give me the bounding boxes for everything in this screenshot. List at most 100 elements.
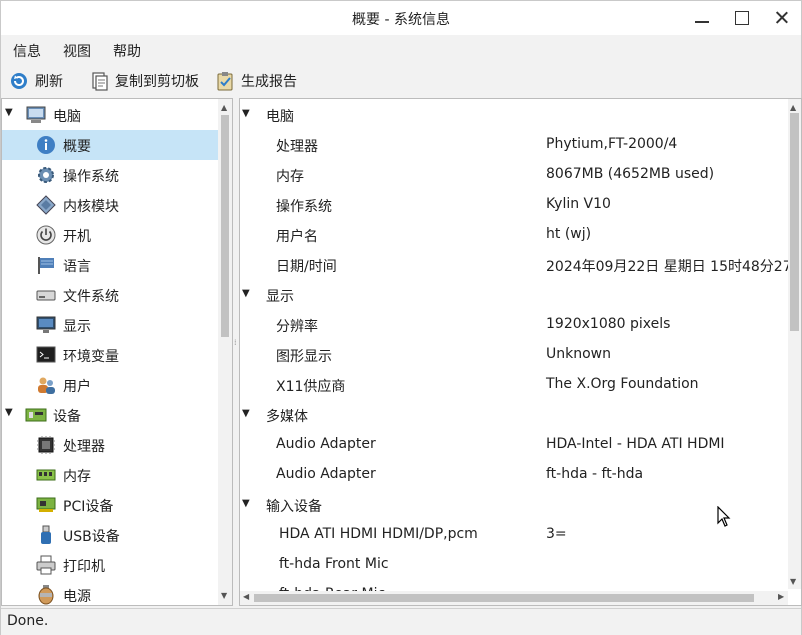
tree-item-14[interactable]: PCI设备 [2, 490, 218, 520]
menu-info[interactable]: 信息 [13, 41, 41, 61]
tree-item-label: 操作系统 [63, 169, 119, 185]
tree-item-label: 显示 [63, 319, 91, 335]
details-scroll-right-icon[interactable]: ▶ [778, 592, 784, 601]
tree-item-6[interactable]: 语言 [2, 250, 218, 280]
collapse-arrow-icon[interactable]: ▼ [242, 288, 250, 299]
tree-item-label: 电脑 [53, 109, 81, 125]
section-label: 多媒体 [266, 409, 308, 425]
details-scroll-up-icon[interactable]: ▲ [790, 103, 796, 112]
generate-report-button[interactable]: 生成报告 [215, 70, 297, 92]
detail-key: 分辨率 [276, 319, 318, 335]
users-icon [35, 374, 57, 396]
detail-row[interactable]: HDA ATI HDMI HDMI/DP,pcm 3= [240, 520, 788, 550]
tree-item-7[interactable]: 文件系统 [2, 280, 218, 310]
detail-row[interactable]: ft-hda Front Mic [240, 550, 788, 580]
detail-row[interactable]: X11供应商 The X.Org Foundation [240, 370, 788, 400]
menu-help[interactable]: 帮助 [113, 41, 141, 61]
tree-item-10[interactable]: 用户 [2, 370, 218, 400]
detail-section-header[interactable]: ▼ 多媒体 [240, 400, 788, 430]
tree-item-17[interactable]: 电源 [2, 580, 218, 610]
tree-item-1[interactable]: ▼ 电脑 [2, 100, 218, 130]
report-label: 生成报告 [241, 74, 297, 90]
collapse-arrow-icon[interactable]: ▼ [242, 108, 250, 119]
tree-item-3[interactable]: 操作系统 [2, 160, 218, 190]
tree-item-9[interactable]: 环境变量 [2, 340, 218, 370]
maximize-button[interactable] [731, 7, 753, 29]
detail-value: HDA-Intel - HDA ATI HDMI [546, 436, 725, 452]
detail-row[interactable]: 分辨率 1920x1080 pixels [240, 310, 788, 340]
tree-item-4[interactable]: 内核模块 [2, 190, 218, 220]
detail-row[interactable]: 日期/时间 2024年09月22日 星期日 15时48分27秒 [240, 250, 801, 280]
details-scroll-left-icon[interactable]: ◀ [243, 592, 249, 601]
collapse-arrow-icon[interactable]: ▼ [242, 408, 250, 419]
scroll-up-arrow-icon[interactable]: ▲ [221, 103, 227, 112]
detail-row[interactable]: 图形显示 Unknown [240, 340, 788, 370]
section-label: 显示 [266, 289, 294, 305]
computer-icon [25, 104, 47, 126]
tree-item-16[interactable]: 打印机 [2, 550, 218, 580]
detail-value: Unknown [546, 346, 611, 362]
details-panel: ▼ 电脑 处理器 Phytium,FT-2000/4 内存 8067MB (4652MB … [239, 98, 802, 606]
details-hscrollbar[interactable]: ◀ ▶ [240, 591, 788, 605]
refresh-button[interactable]: 刷新 [9, 70, 63, 92]
detail-value: Kylin V10 [546, 196, 611, 212]
tree-item-2[interactable]: 概要 [2, 130, 218, 160]
detail-key: 用户名 [276, 229, 318, 245]
detail-row[interactable]: Audio Adapter HDA-Intel - HDA ATI HDMI [240, 430, 788, 460]
details-vscroll-thumb[interactable] [790, 113, 799, 331]
terminal-icon [35, 344, 57, 366]
tree-item-label: USB设备 [63, 529, 120, 545]
tree-scrollbar[interactable]: ▲ ▼ [218, 99, 232, 605]
tree-item-label: 电源 [63, 589, 91, 605]
clipboard-icon [89, 71, 109, 91]
detail-value: ht (wj) [546, 226, 592, 242]
tree-item-8[interactable]: 显示 [2, 310, 218, 340]
tree-item-11[interactable]: ▼ 设备 [2, 400, 218, 430]
detail-section-header[interactable]: ▼ 电脑 [240, 100, 788, 130]
scroll-down-arrow-icon[interactable]: ▼ [221, 591, 227, 600]
tree-item-5[interactable]: 开机 [2, 220, 218, 250]
details-hscroll-thumb[interactable] [254, 594, 754, 602]
detail-row[interactable]: Audio Adapter ft-hda - ft-hda [240, 460, 788, 490]
detail-row[interactable]: 用户名 ht (wj) [240, 220, 788, 250]
refresh-label: 刷新 [35, 74, 63, 90]
detail-key: 日期/时间 [276, 259, 337, 275]
detail-row[interactable]: 内存 8067MB (4652MB used) [240, 160, 788, 190]
board-icon [25, 404, 47, 426]
detail-key: ft-hda Front Mic [279, 556, 389, 572]
detail-value: ft-hda - ft-hda [546, 466, 644, 482]
copy-to-clipboard-button[interactable]: 复制到剪切板 [89, 70, 199, 92]
tree-scroll-thumb[interactable] [221, 115, 229, 337]
menu-view[interactable]: 视图 [63, 41, 91, 61]
tree-item-label: 内核模块 [63, 199, 119, 215]
detail-section-header[interactable]: ▼ 显示 [240, 280, 788, 310]
status-bar: Done. [1, 608, 801, 635]
expand-arrow-icon[interactable]: ▼ [5, 107, 13, 118]
module-icon [35, 194, 57, 216]
details-vscrollbar[interactable]: ▲ ▼ [788, 99, 801, 589]
detail-row[interactable]: 操作系统 Kylin V10 [240, 190, 788, 220]
detail-value: The X.Org Foundation [546, 376, 699, 392]
flag-icon [35, 254, 57, 276]
tree-item-label: 开机 [63, 229, 91, 245]
tree-item-13[interactable]: 内存 [2, 460, 218, 490]
detail-key: X11供应商 [276, 379, 346, 395]
detail-row[interactable]: 处理器 Phytium,FT-2000/4 [240, 130, 788, 160]
report-icon [215, 71, 235, 91]
tree-item-12[interactable]: 处理器 [2, 430, 218, 460]
details-scroll-down-icon[interactable]: ▼ [790, 577, 796, 586]
tree-item-label: 设备 [53, 409, 81, 425]
detail-section-header[interactable]: ▼ 输入设备 [240, 490, 788, 520]
tree-item-15[interactable]: USB设备 [2, 520, 218, 550]
close-button[interactable] [771, 7, 793, 29]
minimize-button[interactable] [691, 7, 713, 29]
refresh-icon [9, 71, 29, 91]
category-tree[interactable]: ▼ 电脑概要操作系统内核模块开机语言 文件系统显示环境变量 用户 ▼ 设备处理器 内存 PCI… [1, 98, 233, 606]
detail-value: 2024年09月22日 星期日 15时48分27秒 [546, 259, 802, 275]
expand-arrow-icon[interactable]: ▼ [5, 407, 13, 418]
monitor-icon [35, 314, 57, 336]
detail-key: 处理器 [276, 139, 318, 155]
panel-splitter[interactable]: ⁞ [234, 339, 238, 355]
title-bar: 概要 - 系统信息 [1, 1, 801, 35]
collapse-arrow-icon[interactable]: ▼ [242, 498, 250, 509]
